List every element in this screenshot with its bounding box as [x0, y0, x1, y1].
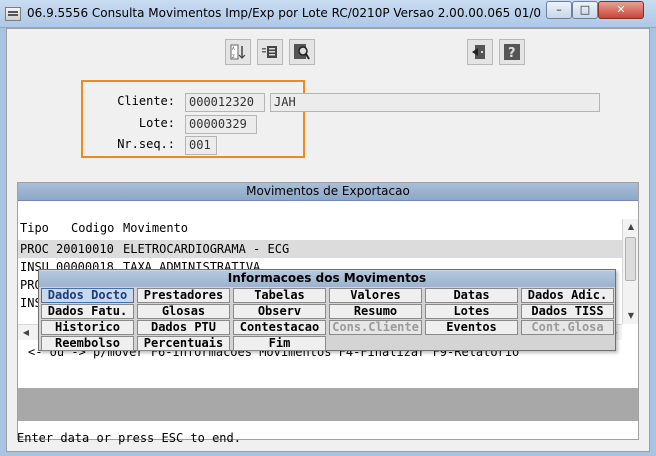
scroll-left-icon[interactable]: ◀ [18, 325, 34, 341]
svg-text:A: A [232, 46, 235, 51]
datas-button[interactable]: Datas [425, 288, 518, 303]
cont-glosa-button: Cont.Glosa [521, 320, 614, 335]
percentuais-button[interactable]: Percentuais [137, 336, 230, 351]
popup-title: Informacoes dos Movimentos [39, 271, 615, 287]
lotes-button[interactable]: Lotes [425, 304, 518, 319]
info-popup: Informacoes dos Movimentos Dados Docto P… [38, 269, 616, 351]
title-bar: 06.9.5556 Consulta Movimentos Imp/Exp po… [0, 0, 656, 28]
window-title: 06.9.5556 Consulta Movimentos Imp/Exp po… [27, 6, 542, 20]
dados-adic-button[interactable]: Dados Adic. [521, 288, 614, 303]
historico-button[interactable]: Historico [41, 320, 134, 335]
status-message: Enter data or press ESC to end. [17, 431, 241, 445]
scroll-up-icon[interactable]: ▲ [623, 219, 638, 234]
nrseq-field[interactable]: 001 [185, 136, 217, 155]
nrseq-label: Nr.seq.: [117, 137, 175, 151]
dados-tiss-button[interactable]: Dados TISS [521, 304, 614, 319]
help-button[interactable]: ? [499, 39, 525, 65]
list-icon [262, 46, 277, 58]
vertical-scrollbar[interactable]: ▲ ▼ [622, 219, 638, 324]
maximize-button[interactable]: □ [572, 1, 598, 19]
exit-button[interactable] [467, 39, 493, 65]
cliente-label: Cliente: [117, 94, 175, 108]
prestadores-button[interactable]: Prestadores [137, 288, 230, 303]
list-button[interactable] [257, 39, 283, 65]
table-row[interactable]: PROC 20010010 ELETROCARDIOGRAMA - ECG [18, 240, 622, 258]
sort-button[interactable]: A Z [225, 39, 251, 65]
svg-text:Z: Z [232, 54, 235, 59]
valores-button[interactable]: Valores [329, 288, 422, 303]
scroll-down-icon[interactable]: ▼ [623, 308, 638, 323]
exit-icon [472, 45, 485, 59]
eventos-button[interactable]: Eventos [425, 320, 518, 335]
cell-movimento: ELETROCARDIOGRAMA - ECG [123, 242, 290, 256]
search-button[interactable] [289, 39, 315, 65]
contestacao-button[interactable]: Contestacao [233, 320, 326, 335]
tabelas-button[interactable]: Tabelas [233, 288, 326, 303]
lote-field[interactable]: 00000329 [185, 115, 257, 134]
fim-button[interactable]: Fim [233, 336, 326, 351]
sort-icon: A Z [230, 44, 246, 60]
column-header-tipo: Tipo [20, 221, 49, 235]
column-header-movimento: Movimento [123, 221, 189, 235]
dados-fatu-button[interactable]: Dados Fatu. [41, 304, 134, 319]
app-icon [5, 7, 21, 21]
dados-docto-button[interactable]: Dados Docto [41, 288, 134, 303]
cliente-code-field[interactable]: 000012320 [185, 93, 265, 112]
search-icon [294, 44, 310, 60]
form-area: A Z ? Cliente: 000012320 JAH Lote: 00000… [6, 28, 650, 452]
lote-label: Lote: [138, 116, 175, 130]
cliente-name-field[interactable]: JAH [270, 93, 600, 112]
separator-bar [18, 388, 638, 421]
reembolso-button[interactable]: Reembolso [41, 336, 134, 351]
close-button[interactable]: ✕ [598, 1, 644, 19]
svg-text:?: ? [508, 46, 516, 60]
minimize-button[interactable]: – [546, 1, 572, 19]
cell-tipo: PROC [20, 242, 49, 256]
dados-ptu-button[interactable]: Dados PTU [137, 320, 230, 335]
observ-button[interactable]: Observ [233, 304, 326, 319]
column-header-codigo: Codigo [71, 221, 115, 235]
help-icon: ? [504, 44, 520, 60]
scroll-thumb[interactable] [625, 237, 636, 281]
resumo-button[interactable]: Resumo [329, 304, 422, 319]
cell-codigo: 20010010 [56, 242, 114, 256]
panel-title: Movimentos de Exportacao [18, 183, 638, 201]
glosas-button[interactable]: Glosas [137, 304, 230, 319]
cons-cliente-button: Cons.Cliente [329, 320, 422, 335]
